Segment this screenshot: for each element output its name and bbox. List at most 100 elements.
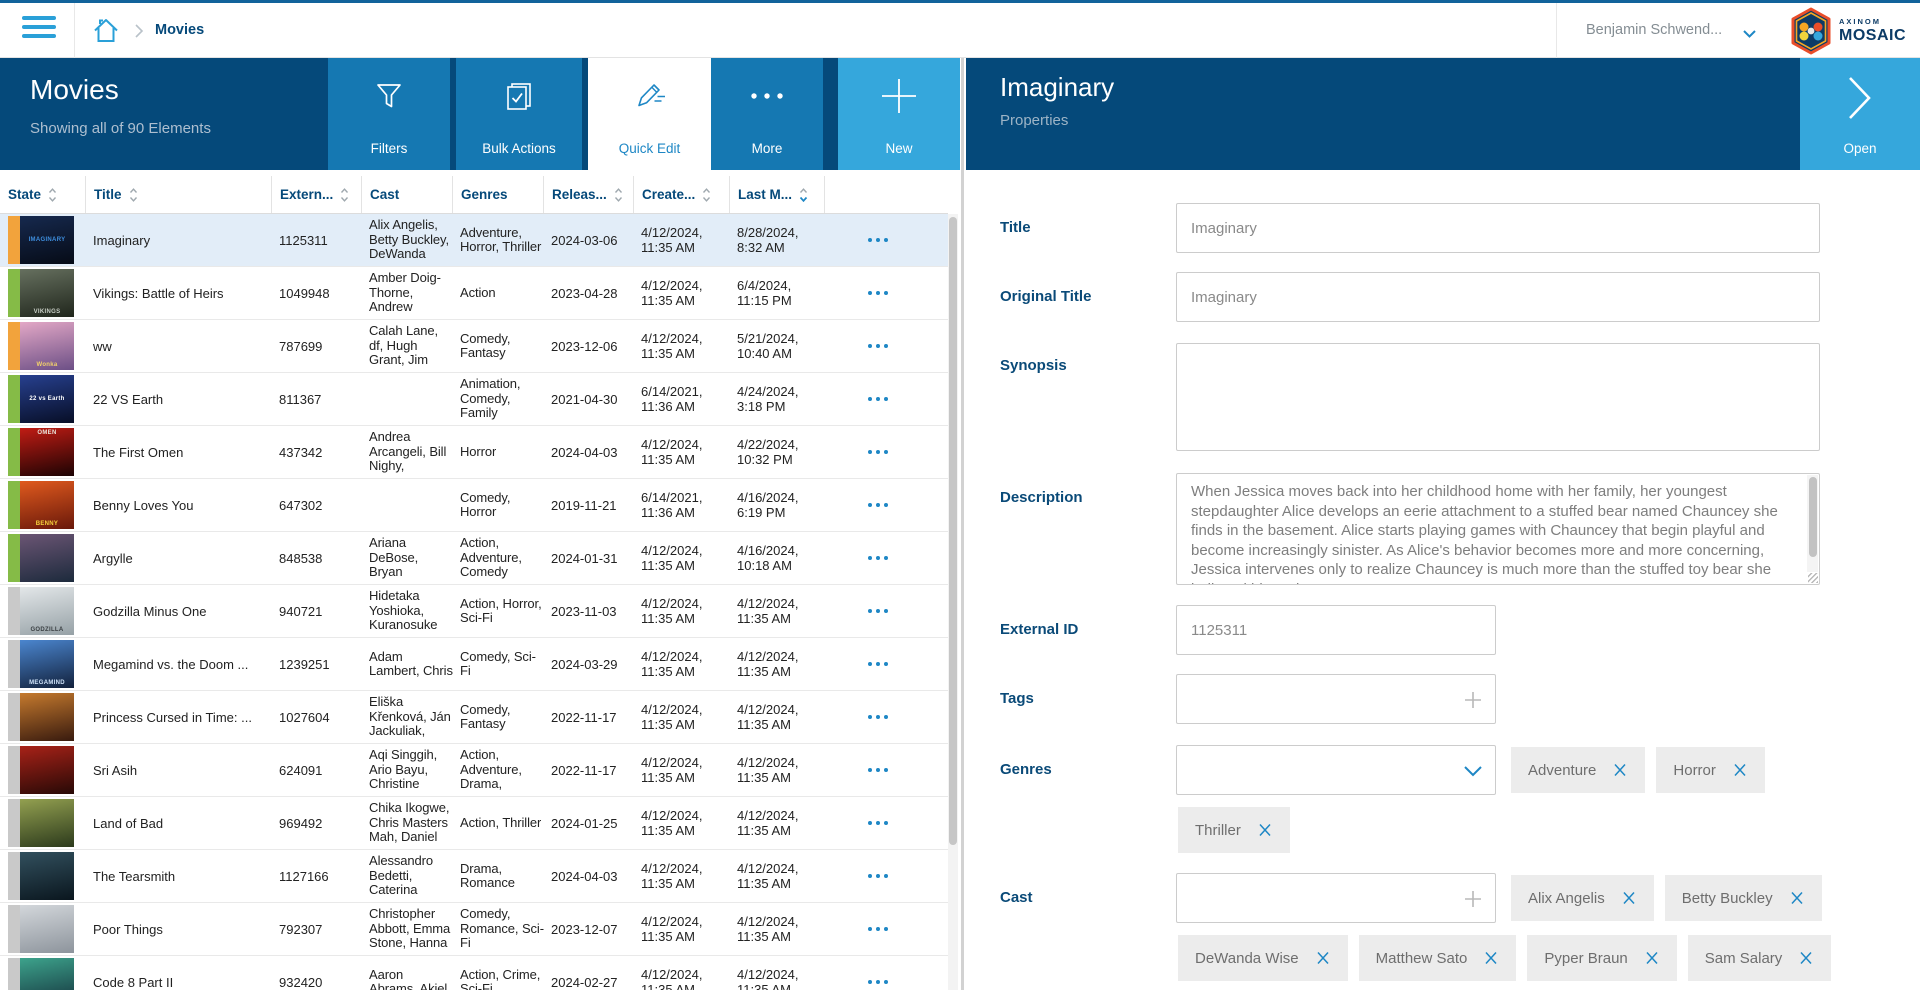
chevron-down-icon[interactable] bbox=[1463, 765, 1483, 777]
chip-remove-icon[interactable] bbox=[1612, 762, 1628, 778]
synopsis-textarea[interactable] bbox=[1176, 343, 1820, 451]
breadcrumb[interactable]: Movies bbox=[155, 22, 204, 38]
chevron-down-icon[interactable] bbox=[1742, 26, 1757, 44]
top-bar: Movies Benjamin Schwend... AXINOM MOSAIC bbox=[0, 3, 1920, 58]
table-row[interactable]: OMEN The First Omen 437342 Andrea Arcang… bbox=[0, 426, 948, 479]
ellipsis-icon[interactable] bbox=[868, 397, 872, 401]
table-row[interactable]: CODE 8 Code 8 Part II 932420 Aaron Abram… bbox=[0, 956, 948, 990]
table-row[interactable]: Princess Cursed in Time: ... 1027604 Eli… bbox=[0, 691, 948, 744]
poster-thumbnail: CODE 8 bbox=[20, 958, 74, 990]
table-scrollbar[interactable] bbox=[948, 214, 958, 990]
new-button[interactable]: New bbox=[838, 58, 960, 170]
ellipsis-icon[interactable] bbox=[868, 556, 872, 560]
genres-cell: Comedy, Fantasy bbox=[460, 332, 544, 361]
cast-chip-label: Matthew Sato bbox=[1376, 950, 1468, 967]
chip-remove-icon[interactable] bbox=[1644, 950, 1660, 966]
ellipsis-icon[interactable] bbox=[868, 450, 872, 454]
table-row[interactable]: IMAGINARY Imaginary 1125311 Alix Angelis… bbox=[0, 214, 948, 267]
chip-remove-icon[interactable] bbox=[1621, 890, 1637, 906]
open-button[interactable]: Open bbox=[1800, 58, 1920, 170]
external-id-input[interactable] bbox=[1176, 605, 1496, 655]
state-indicator bbox=[8, 905, 20, 953]
sort-arrows-icon bbox=[702, 187, 711, 203]
user-menu-label[interactable]: Benjamin Schwend... bbox=[1586, 22, 1732, 38]
table-row[interactable]: BENNY Benny Loves You 647302 Comedy, Hor… bbox=[0, 479, 948, 532]
home-icon[interactable] bbox=[92, 17, 120, 49]
created-cell: 6/14/2021, 11:36 AM bbox=[634, 373, 730, 425]
ellipsis-icon[interactable] bbox=[868, 609, 872, 613]
ellipsis-icon[interactable] bbox=[868, 927, 872, 931]
table-row[interactable]: Wonka ww 787699 Calah Lane, df, Hugh Gra… bbox=[0, 320, 948, 373]
ellipsis-icon[interactable] bbox=[868, 238, 872, 242]
description-scrollbar[interactable] bbox=[1807, 475, 1818, 572]
ellipsis-icon[interactable] bbox=[868, 715, 872, 719]
ellipsis-icon[interactable] bbox=[868, 768, 872, 772]
bulk-actions-button[interactable]: Bulk Actions bbox=[456, 58, 582, 170]
poster-thumbnail: OMEN bbox=[20, 428, 74, 476]
created-cell: 4/12/2024, 11:35 AM bbox=[634, 214, 730, 266]
title-input[interactable] bbox=[1176, 203, 1820, 253]
state-indicator bbox=[8, 269, 20, 317]
funnel-icon bbox=[328, 76, 450, 116]
poster-thumbnail bbox=[20, 534, 74, 582]
external-id-cell: 1027604 bbox=[272, 691, 362, 743]
chip-remove-icon[interactable] bbox=[1483, 950, 1499, 966]
table-row[interactable]: 22 vs Earth 22 VS Earth 811367 Animation… bbox=[0, 373, 948, 426]
title-cell: Vikings: Battle of Heirs bbox=[86, 267, 272, 319]
poster-thumbnail bbox=[20, 693, 74, 741]
ellipsis-icon[interactable] bbox=[868, 980, 872, 984]
table-row[interactable]: MEGAMIND Megamind vs. the Doom ... 12392… bbox=[0, 638, 948, 691]
modified-cell: 4/12/2024, 11:35 AM bbox=[730, 691, 825, 743]
table-row[interactable]: Land of Bad 969492 Chika Ikogwe, Chris M… bbox=[0, 797, 948, 850]
ellipsis-icon[interactable] bbox=[868, 503, 872, 507]
chip-remove-icon[interactable] bbox=[1257, 822, 1273, 838]
state-indicator bbox=[8, 481, 20, 529]
table-row[interactable]: VIKINGS Vikings: Battle of Heirs 1049948… bbox=[0, 267, 948, 320]
ellipsis-icon[interactable] bbox=[868, 291, 872, 295]
column-header-lastm[interactable]: Last M... bbox=[730, 176, 825, 213]
column-header-state[interactable]: State bbox=[0, 176, 86, 213]
genres-select[interactable] bbox=[1176, 745, 1496, 795]
description-textarea[interactable]: When Jessica moves back into her childho… bbox=[1176, 473, 1820, 585]
column-header-title[interactable]: Title bbox=[86, 176, 272, 213]
add-tag-icon[interactable] bbox=[1463, 690, 1483, 710]
ellipsis-icon[interactable] bbox=[868, 874, 872, 878]
cast-chip: Sam Salary bbox=[1688, 935, 1832, 981]
column-header-create[interactable]: Create... bbox=[634, 176, 730, 213]
cast-input[interactable] bbox=[1176, 873, 1496, 923]
column-header-releas[interactable]: Releas... bbox=[544, 176, 634, 213]
more-button[interactable]: More bbox=[711, 58, 823, 170]
modified-cell: 5/21/2024, 10:40 AM bbox=[730, 320, 825, 372]
cast-cell: Aaron Abrams, Akiel bbox=[369, 968, 453, 990]
table-row[interactable]: Sri Asih 624091 Aqi Singgih, Ario Bayu, … bbox=[0, 744, 948, 797]
resize-handle-icon[interactable] bbox=[1808, 573, 1818, 583]
modified-cell: 6/4/2024, 11:15 PM bbox=[730, 267, 825, 319]
chip-remove-icon[interactable] bbox=[1315, 950, 1331, 966]
scrollbar-thumb[interactable] bbox=[949, 217, 957, 845]
title-cell: The First Omen bbox=[86, 426, 272, 478]
table-row[interactable]: Poor Things 792307 Christopher Abbott, E… bbox=[0, 903, 948, 956]
tags-input[interactable] bbox=[1176, 674, 1496, 724]
quick-edit-button[interactable]: Quick Edit bbox=[588, 58, 711, 170]
chip-remove-icon[interactable] bbox=[1732, 762, 1748, 778]
cast-cell: Chika Ikogwe, Chris Masters Mah, Daniel bbox=[369, 801, 453, 845]
menu-icon[interactable] bbox=[22, 16, 56, 44]
state-cell bbox=[0, 903, 86, 955]
original-title-input[interactable] bbox=[1176, 272, 1820, 322]
chip-remove-icon[interactable] bbox=[1789, 890, 1805, 906]
ellipsis-icon[interactable] bbox=[868, 344, 872, 348]
table-row[interactable]: The Tearsmith 1127166 Alessandro Bedetti… bbox=[0, 850, 948, 903]
external-id-label: External ID bbox=[1000, 621, 1078, 638]
scrollbar-thumb[interactable] bbox=[1809, 477, 1817, 557]
table-row[interactable]: Argylle 848538 Ariana DeBose, Bryan Acti… bbox=[0, 532, 948, 585]
title-cell: Land of Bad bbox=[86, 797, 272, 849]
column-header-extern[interactable]: Extern... bbox=[272, 176, 362, 213]
add-cast-icon[interactable] bbox=[1463, 889, 1483, 909]
chip-remove-icon[interactable] bbox=[1798, 950, 1814, 966]
ellipsis-icon[interactable] bbox=[868, 662, 872, 666]
sort-arrows-icon bbox=[614, 187, 623, 203]
external-id-cell: 1125311 bbox=[272, 214, 362, 266]
ellipsis-icon[interactable] bbox=[868, 821, 872, 825]
table-row[interactable]: GODZILLA Godzilla Minus One 940721 Hidet… bbox=[0, 585, 948, 638]
filters-button[interactable]: Filters bbox=[328, 58, 450, 170]
